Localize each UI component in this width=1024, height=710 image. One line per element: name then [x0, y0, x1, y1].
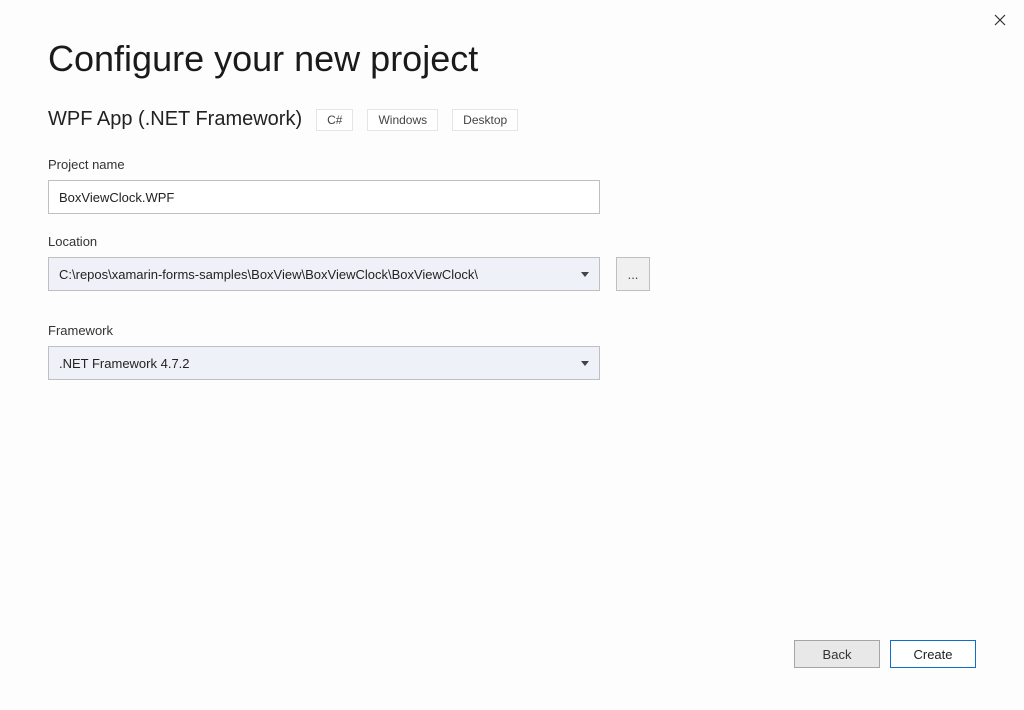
location-value: C:\repos\xamarin-forms-samples\BoxView\B…: [59, 267, 478, 282]
location-group: Location C:\repos\xamarin-forms-samples\…: [48, 234, 976, 291]
create-button[interactable]: Create: [890, 640, 976, 668]
project-name-input[interactable]: [48, 180, 600, 214]
tag-desktop: Desktop: [452, 109, 518, 131]
project-name-label: Project name: [48, 157, 976, 172]
browse-button[interactable]: ...: [616, 257, 650, 291]
template-row: WPF App (.NET Framework) C# Windows Desk…: [48, 108, 976, 131]
close-icon: [994, 14, 1006, 26]
framework-label: Framework: [48, 323, 976, 338]
page-title: Configure your new project: [48, 38, 976, 80]
location-combo[interactable]: C:\repos\xamarin-forms-samples\BoxView\B…: [48, 257, 600, 291]
framework-value: .NET Framework 4.7.2: [59, 356, 190, 371]
back-button[interactable]: Back: [794, 640, 880, 668]
close-button[interactable]: [988, 8, 1012, 32]
tag-windows: Windows: [367, 109, 438, 131]
tag-csharp: C#: [316, 109, 353, 131]
footer-buttons: Back Create: [794, 640, 976, 668]
framework-group: Framework .NET Framework 4.7.2: [48, 323, 976, 380]
framework-combo[interactable]: .NET Framework 4.7.2: [48, 346, 600, 380]
chevron-down-icon: [581, 361, 589, 366]
template-name: WPF App (.NET Framework): [48, 108, 302, 131]
chevron-down-icon: [581, 272, 589, 277]
location-label: Location: [48, 234, 976, 249]
project-name-group: Project name: [48, 157, 976, 214]
